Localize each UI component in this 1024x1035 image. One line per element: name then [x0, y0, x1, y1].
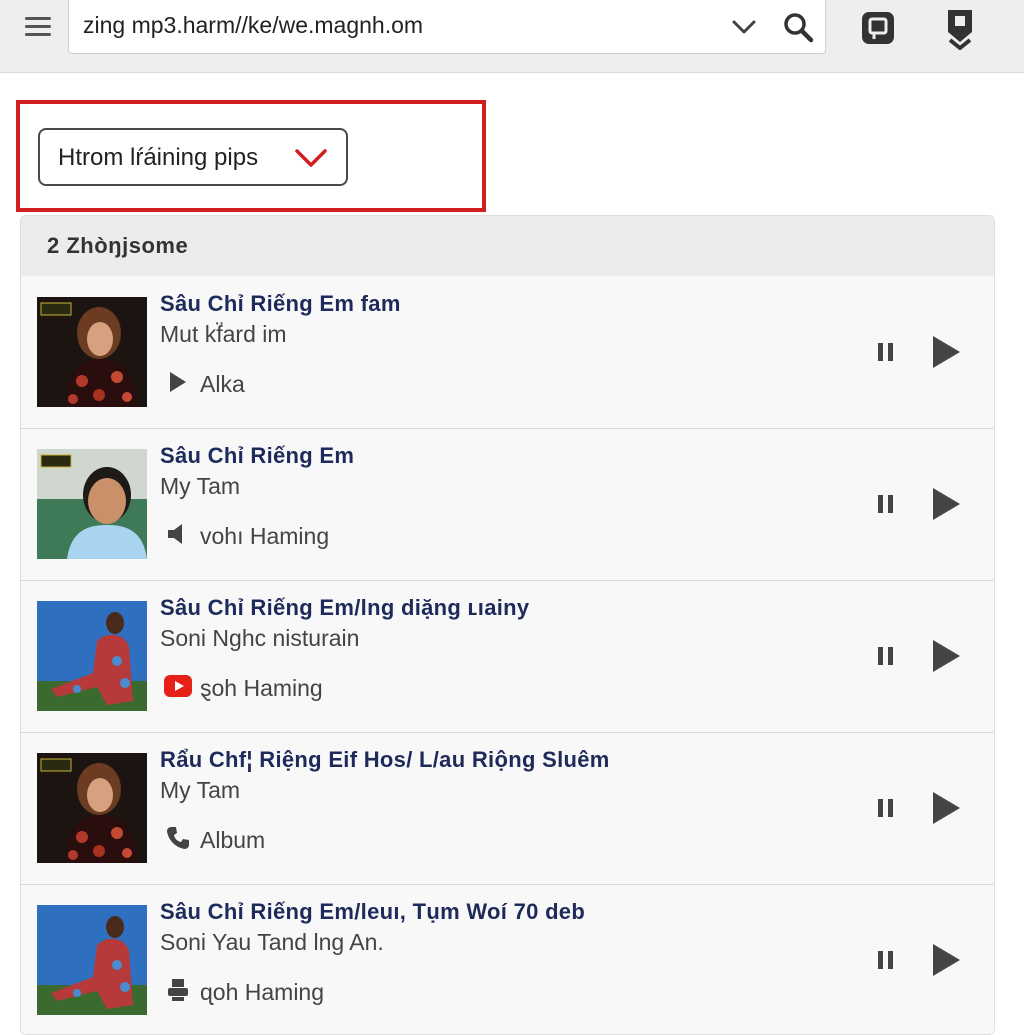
pause-icon[interactable]: [873, 947, 899, 973]
url-text[interactable]: zing mp3.harm//ke/we.magnh.om: [83, 12, 423, 39]
song-source: Alka: [200, 371, 245, 397]
song-row[interactable]: Sâu Chỉ Riếng Em/lng diặng ʟıainy Soni N…: [21, 581, 994, 733]
hamburger-menu-icon[interactable]: [22, 12, 56, 42]
tabs-icon[interactable]: [858, 8, 898, 48]
song-source: ȿoh Haming: [200, 675, 323, 701]
filter-dropdown-label: Htrom lŕáining pips: [58, 144, 259, 171]
play-icon[interactable]: [929, 333, 963, 371]
speaker-icon: [168, 524, 182, 544]
song-artist: Mut kf̈ard im: [160, 321, 287, 347]
song-source: vohı Haming: [200, 523, 330, 549]
song-artist: Soni Yau Tand lng An.: [160, 929, 384, 955]
album-thumbnail: [37, 753, 147, 863]
play-icon[interactable]: [929, 941, 963, 979]
youtube-icon: [164, 675, 192, 697]
song-row[interactable]: Rẩu Chf¦ Riệng Eif Hos/ L/au Riộng Sluêm…: [21, 733, 994, 885]
song-artist: Soni Nghc nisturain: [160, 625, 360, 651]
song-row[interactable]: Sâu Chỉ Riếng Em My Tam vohı Haming: [21, 429, 994, 581]
play-triangle-icon: [170, 372, 186, 392]
pause-icon[interactable]: [873, 491, 899, 517]
song-title[interactable]: Sâu Chỉ Riếng Em/leuı, Tụm Woí 70 deb: [160, 899, 585, 925]
song-row[interactable]: Sâu Chỉ Riếng Em/leuı, Tụm Woí 70 deb So…: [21, 885, 994, 1034]
list-header-title: 2 Zhòŋjsome: [47, 233, 189, 258]
list-header: 2 Zhòŋjsome: [21, 216, 994, 276]
song-list-panel: 2 Zhòŋjsome Sâu Chỉ Riếng Em fam Mut kf̈…: [20, 215, 995, 1035]
pause-icon[interactable]: [873, 643, 899, 669]
play-icon[interactable]: [929, 637, 963, 675]
song-source: ɋoh Haming: [200, 979, 325, 1005]
url-bar[interactable]: zing mp3.harm//ke/we.magnh.om: [68, 0, 826, 54]
song-artist: My Tam: [160, 777, 241, 803]
album-thumbnail: [37, 905, 147, 1015]
album-thumbnail: [37, 601, 147, 711]
pause-icon[interactable]: [873, 339, 899, 365]
album-thumbnail: [37, 297, 147, 407]
album-thumbnail: [37, 449, 147, 559]
filter-dropdown[interactable]: Htrom lŕáining pips: [38, 128, 348, 186]
phone-icon: [167, 827, 189, 849]
browser-toolbar: zing mp3.harm//ke/we.magnh.om: [0, 0, 1024, 73]
song-artist: My Tam: [160, 473, 241, 499]
chevron-down-icon[interactable]: [729, 12, 759, 42]
chevron-down-icon: [295, 149, 327, 167]
song-title[interactable]: Sâu Chỉ Riếng Em fam: [160, 291, 401, 317]
song-title[interactable]: Rẩu Chf¦ Riệng Eif Hos/ L/au Riộng Sluêm: [160, 747, 610, 773]
download-icon[interactable]: [940, 6, 980, 50]
song-title[interactable]: Sâu Chỉ Riếng Em/lng diặng ʟıainy: [160, 595, 529, 621]
pause-icon[interactable]: [873, 795, 899, 821]
play-icon[interactable]: [929, 789, 963, 827]
song-row[interactable]: Sâu Chỉ Riếng Em fam Mut kf̈ard im Alka: [21, 277, 994, 429]
song-source: Album: [200, 827, 266, 853]
printer-icon: [168, 979, 188, 1001]
search-icon[interactable]: [781, 10, 815, 44]
song-title[interactable]: Sâu Chỉ Riếng Em: [160, 443, 354, 469]
play-icon[interactable]: [929, 485, 963, 523]
